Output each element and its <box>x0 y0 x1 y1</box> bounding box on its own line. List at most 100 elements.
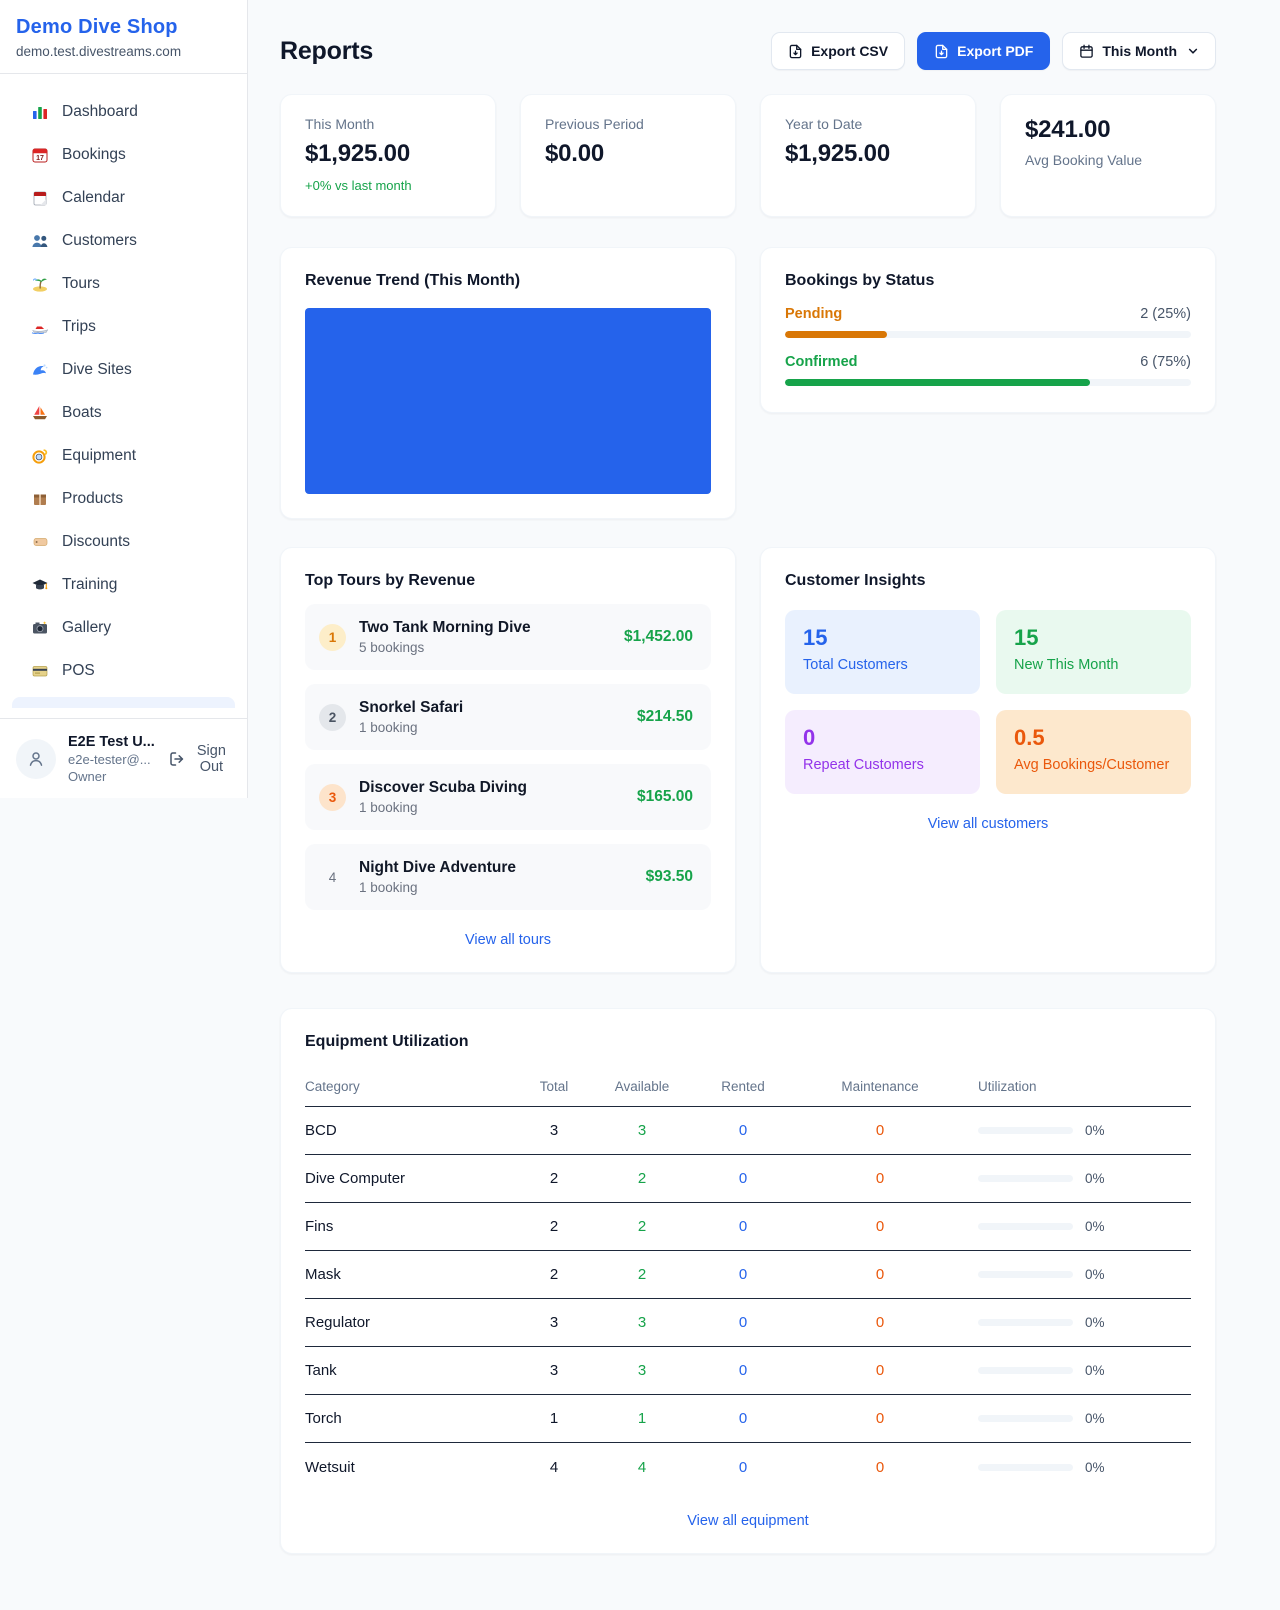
rented-cell: 0 <box>681 1362 805 1379</box>
sidebar-item-equipment[interactable]: Equipment <box>0 434 247 477</box>
utilization-percent: 0% <box>1085 1411 1105 1426</box>
sidebar-item-gallery[interactable]: Gallery <box>0 606 247 649</box>
available-cell: 4 <box>603 1459 681 1476</box>
utilization-bar <box>978 1367 1073 1374</box>
tour-row: 4 Night Dive Adventure 1 booking $93.50 <box>305 844 711 910</box>
sidebar-item-reports-partial[interactable] <box>12 697 235 708</box>
tour-revenue: $93.50 <box>646 868 693 886</box>
view-all-equipment-link[interactable]: View all equipment <box>305 1513 1191 1529</box>
sign-out-button[interactable]: Sign Out <box>169 743 231 775</box>
utilization-bar <box>978 1127 1073 1134</box>
export-pdf-button[interactable]: Export PDF <box>917 32 1050 70</box>
utilization-cell: 0% <box>955 1171 1191 1186</box>
equipment-table: Category Total Available Rented Maintena… <box>305 1067 1191 1491</box>
sidebar-item-label: Equipment <box>62 447 136 465</box>
revenue-trend-card: Revenue Trend (This Month) <box>280 247 736 519</box>
status-row-pending: Pending 2 (25%) <box>785 306 1191 338</box>
credit-card-icon <box>30 662 50 680</box>
card-title: Bookings by Status <box>785 272 1191 290</box>
tour-row: 2 Snorkel Safari 1 booking $214.50 <box>305 684 711 750</box>
rented-cell: 0 <box>681 1459 805 1476</box>
progress-fill <box>785 379 1090 386</box>
svg-text:17: 17 <box>36 155 44 162</box>
tile-repeat-customers: 0 Repeat Customers <box>785 710 980 794</box>
stat-label: Avg Booking Value <box>1025 152 1191 168</box>
tile-label: Total Customers <box>803 657 962 673</box>
progress-track <box>785 379 1191 386</box>
view-all-customers-link[interactable]: View all customers <box>785 816 1191 832</box>
stat-label: Year to Date <box>785 116 951 132</box>
category-cell: Torch <box>305 1410 505 1427</box>
maintenance-cell: 0 <box>805 1266 955 1283</box>
utilization-percent: 0% <box>1085 1460 1105 1475</box>
sidebar-item-label: Discounts <box>62 533 130 551</box>
desert-island-icon <box>30 275 50 293</box>
period-dropdown[interactable]: This Month <box>1062 32 1216 70</box>
export-csv-button[interactable]: Export CSV <box>771 32 905 70</box>
wave-icon <box>30 361 50 379</box>
sidebar-item-discounts[interactable]: Discounts <box>0 520 247 563</box>
package-icon <box>30 490 50 508</box>
sidebar-nav: Dashboard 17 Bookings Calendar Customers… <box>0 74 247 718</box>
sidebar-item-products[interactable]: Products <box>0 477 247 520</box>
progress-track <box>785 331 1191 338</box>
sidebar-item-dive-sites[interactable]: Dive Sites <box>0 348 247 391</box>
avatar <box>16 739 56 779</box>
insights-row: Top Tours by Revenue 1 Two Tank Morning … <box>280 547 1216 973</box>
total-cell: 3 <box>505 1362 603 1379</box>
top-tours-card: Top Tours by Revenue 1 Two Tank Morning … <box>280 547 736 973</box>
sidebar-item-calendar[interactable]: Calendar <box>0 176 247 219</box>
category-cell: Dive Computer <box>305 1170 505 1187</box>
sidebar-item-tours[interactable]: Tours <box>0 262 247 305</box>
tour-revenue: $214.50 <box>637 708 693 726</box>
sidebar-item-customers[interactable]: Customers <box>0 219 247 262</box>
bookings-by-status-card: Bookings by Status Pending 2 (25%) Confi… <box>760 247 1216 413</box>
maintenance-cell: 0 <box>805 1410 955 1427</box>
stat-value: $1,925.00 <box>305 140 471 168</box>
sidebar-item-label: Calendar <box>62 189 125 207</box>
app-root: Demo Dive Shop demo.test.divestreams.com… <box>0 0 1280 1594</box>
status-label: Confirmed <box>785 354 858 370</box>
tour-row: 3 Discover Scuba Diving 1 booking $165.0… <box>305 764 711 830</box>
page-title: Reports <box>280 37 373 66</box>
sidebar-item-dashboard[interactable]: Dashboard <box>0 90 247 133</box>
page-header: Reports Export CSV Export PDF This Month <box>280 32 1216 70</box>
tile-total-customers: 15 Total Customers <box>785 610 980 694</box>
utilization-cell: 0% <box>955 1315 1191 1330</box>
sidebar-item-pos[interactable]: POS <box>0 649 247 692</box>
available-cell: 3 <box>603 1314 681 1331</box>
rented-cell: 0 <box>681 1170 805 1187</box>
brand-name[interactable]: Demo Dive Shop <box>16 16 231 39</box>
sidebar-item-training[interactable]: Training <box>0 563 247 606</box>
stat-card-year-to-date: Year to Date $1,925.00 <box>760 94 976 217</box>
tear-off-calendar-icon <box>30 189 50 207</box>
column-header: Total <box>505 1079 603 1094</box>
utilization-percent: 0% <box>1085 1171 1105 1186</box>
bar-chart-icon <box>30 103 50 121</box>
status-row-confirmed: Confirmed 6 (75%) <box>785 354 1191 386</box>
utilization-bar <box>978 1175 1073 1182</box>
sidebar-item-bookings[interactable]: 17 Bookings <box>0 133 247 176</box>
stats-row: This Month $1,925.00 +0% vs last month P… <box>280 94 1216 217</box>
sailboat-icon <box>30 404 50 422</box>
view-all-tours-link[interactable]: View all tours <box>305 932 711 948</box>
sidebar-item-label: Bookings <box>62 146 126 164</box>
utilization-bar <box>978 1271 1073 1278</box>
file-download-icon <box>934 44 949 59</box>
tour-bookings: 1 booking <box>359 800 637 815</box>
tile-label: Avg Bookings/Customer <box>1014 757 1173 773</box>
sidebar-item-label: Trips <box>62 318 96 336</box>
available-cell: 2 <box>603 1218 681 1235</box>
sidebar-item-label: Training <box>62 576 117 594</box>
total-cell: 1 <box>505 1410 603 1427</box>
person-icon <box>26 749 46 769</box>
charts-row: Revenue Trend (This Month) Bookings by S… <box>280 247 1216 519</box>
sidebar-item-boats[interactable]: Boats <box>0 391 247 434</box>
utilization-cell: 0% <box>955 1267 1191 1282</box>
table-row: Wetsuit 4 4 0 0 0% <box>305 1443 1191 1491</box>
utilization-percent: 0% <box>1085 1267 1105 1282</box>
sidebar-item-label: Tours <box>62 275 100 293</box>
tile-value: 15 <box>1014 625 1173 651</box>
progress-fill <box>785 331 887 338</box>
sidebar-item-trips[interactable]: Trips <box>0 305 247 348</box>
